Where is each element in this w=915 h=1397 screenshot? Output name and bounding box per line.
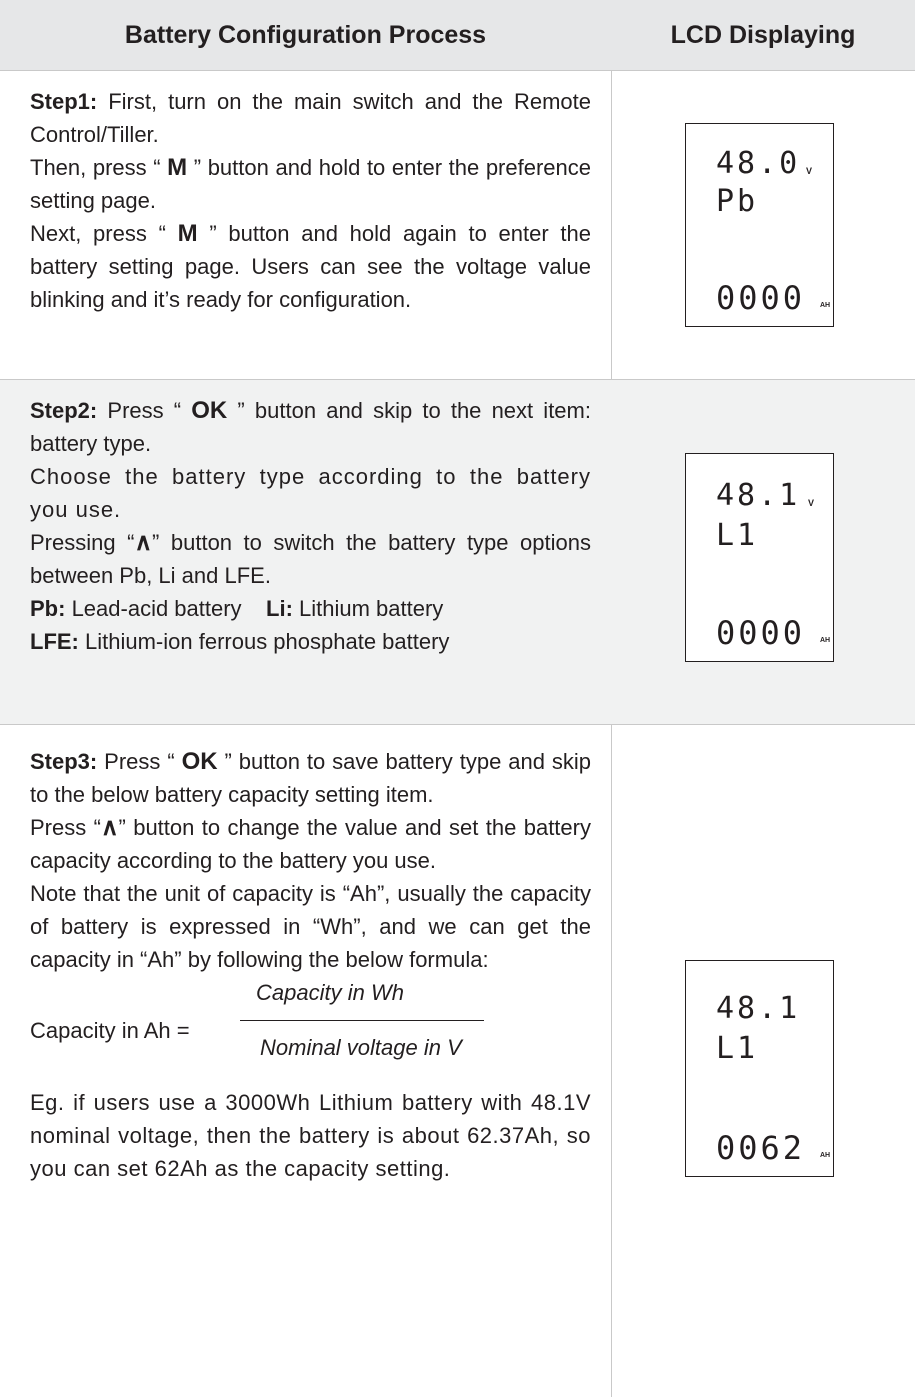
li-text: Lithium battery [292, 596, 444, 621]
lcd-voltage: 48.1 [716, 478, 801, 513]
lfe-text: Lithium-ion ferrous phosphate battery [78, 629, 450, 654]
pb-label: Pb: [30, 596, 66, 621]
pb-text: Lead-acid battery [65, 596, 242, 621]
lcd-battery-type: Pb [716, 184, 759, 219]
up-arrow-icon: ∧ [100, 814, 119, 841]
table-row-step3: Step3: Press “ OK ” button to save batte… [0, 725, 915, 1397]
lcd-capacity: 0062 [716, 1129, 806, 1167]
table-row-step2: Step2: Press “ OK ” button and skip to t… [0, 380, 915, 725]
step3-line4: Eg. if users use a 3000Wh Lithium batter… [30, 1090, 591, 1181]
lcd-display-step3: 48.1 L1 0062 AH [685, 960, 834, 1177]
step2-text: Step2: Press “ OK ” button and skip to t… [30, 394, 591, 658]
step2-label: Step2: [30, 398, 98, 423]
lcd-voltage-unit: V [808, 498, 815, 508]
step1-line2a: Then, press “ [30, 155, 168, 180]
up-arrow-icon: ∧ [134, 529, 153, 556]
li-label: Li: [266, 596, 293, 621]
step3-text: Step3: Press “ OK ” button to save batte… [30, 745, 591, 1185]
step3-line1a: Press “ [97, 749, 182, 774]
lcd-capacity: 0000 [716, 279, 806, 317]
battery-config-table: Battery Configuration Process LCD Displa… [0, 0, 915, 1397]
step1-line3a: Next, press “ [30, 221, 178, 246]
lcd-capacity: 0000 [716, 614, 806, 652]
lcd-battery-type: L1 [716, 1031, 759, 1066]
lcd-display-step1: 48.0 V Pb 0000 AH [685, 123, 834, 327]
lcd-battery-type: L1 [716, 518, 759, 553]
ok-button-icon: OK [181, 748, 218, 775]
step2-line2: Choose the battery type according to the… [30, 464, 591, 522]
step3-label: Step3: [30, 749, 98, 774]
lcd-voltage: 48.0 [716, 146, 801, 181]
step2-line3a: Pressing “ [30, 530, 135, 555]
table-header: Battery Configuration Process LCD Displa… [0, 0, 915, 71]
header-process: Battery Configuration Process [124, 21, 487, 49]
m-button-icon: M [167, 154, 188, 181]
formula-numerator: Capacity in Wh [256, 980, 404, 1005]
lcd-capacity-unit: AH [820, 302, 831, 309]
step2-line1a: Press “ [97, 398, 192, 423]
formula-denominator: Nominal voltage in V [260, 1035, 462, 1060]
header-lcd: LCD Displaying [670, 21, 856, 49]
lcd-display-step2: 48.1 V L1 0000 AH [685, 453, 834, 662]
step3-line3: Note that the unit of capacity is “Ah”, … [30, 881, 591, 972]
formula-lhs: Capacity in Ah = [30, 1018, 190, 1043]
m-button-icon: M [177, 220, 198, 247]
step1-label: Step1: [30, 89, 98, 114]
lcd-voltage-unit: V [806, 166, 813, 176]
lcd-capacity-unit: AH [820, 1152, 831, 1159]
ok-button-icon: OK [191, 397, 228, 424]
lfe-label: LFE: [30, 629, 79, 654]
capacity-formula: Capacity in Ah = Capacity in Wh Nominal … [30, 976, 591, 1086]
lcd-capacity-unit: AH [820, 637, 831, 644]
step3-line2a: Press “ [30, 815, 101, 840]
lcd-voltage: 48.1 [716, 991, 801, 1026]
step1-line1: First, turn on the main switch and the R… [30, 89, 591, 147]
step1-text: Step1: First, turn on the main switch an… [30, 85, 591, 316]
fraction-bar [240, 1020, 484, 1021]
table-row-step1: Step1: First, turn on the main switch an… [0, 71, 915, 380]
